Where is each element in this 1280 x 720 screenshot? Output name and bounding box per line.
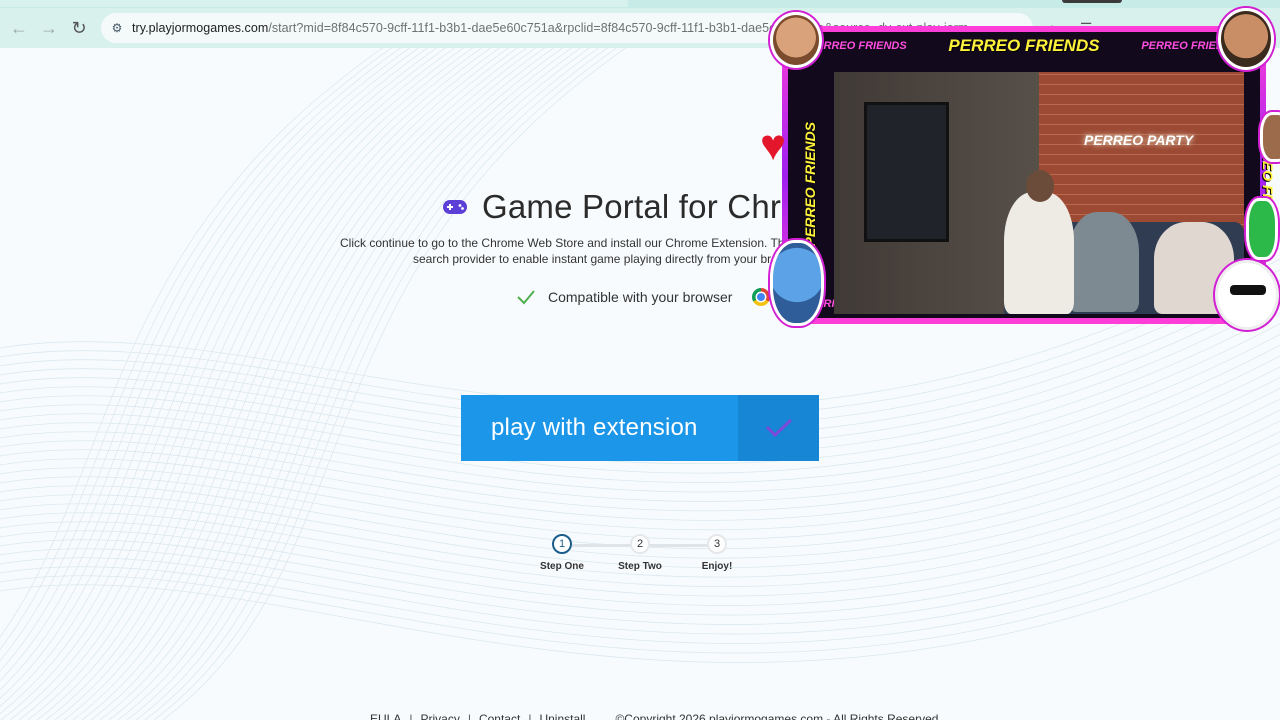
footer-uninstall-link[interactable]: Uninstall: [539, 712, 585, 720]
footer-eula-link[interactable]: EULA: [370, 712, 401, 720]
footer-separator: |: [409, 712, 413, 720]
video-neon-sign: PERREO PARTY: [1084, 132, 1194, 148]
cta-label: play with extension: [491, 414, 698, 441]
heart-icon: ♥: [760, 121, 787, 170]
compatibility-row: Compatible with your browser: [516, 288, 771, 306]
avatar-sticker: [1218, 8, 1274, 70]
footer-privacy-link[interactable]: Privacy: [420, 712, 459, 720]
step-1-label: Step One: [540, 561, 584, 572]
avatar-sticker: [1260, 112, 1280, 162]
url-domain: try.playjormogames.com: [132, 21, 269, 35]
side-text-left: PERREO FRIENDS: [802, 122, 818, 247]
step-3-number: 3: [707, 534, 727, 554]
footer-separator: |: [467, 712, 471, 720]
video-window: [864, 102, 949, 242]
overlay-frame-inner: PERREO FRIENDS PERREO FRIENDS PERREO FRI…: [788, 32, 1276, 318]
back-icon[interactable]: ←: [5, 14, 33, 42]
banner-big-text: PERREO FRIENDS: [948, 36, 1100, 55]
reload-icon[interactable]: ↻: [65, 14, 93, 42]
cta-check-icon: [765, 418, 792, 438]
footer-copyright: ©Copyright 2026 playjormogames.com - All…: [615, 712, 939, 720]
step-2-label: Step Two: [618, 561, 662, 572]
play-with-extension-button[interactable]: play with extension: [461, 395, 819, 461]
progress-steps: 1 Step One 2 Step Two 3 Enjoy!: [530, 534, 750, 584]
compatibility-text: Compatible with your browser: [548, 289, 733, 305]
stream-overlay: PERREO FRIENDS PERREO FRIENDS PERREO FRI…: [760, 8, 1280, 332]
avatar-sticker: [770, 12, 822, 68]
step-3-label: Enjoy!: [701, 561, 733, 572]
step-2: 2 Step Two: [610, 534, 670, 572]
avatar-sticker: [1246, 198, 1278, 260]
active-tab[interactable]: [0, 0, 628, 7]
step-1-number: 1: [552, 534, 572, 554]
sunglasses-sticker: [1215, 260, 1279, 330]
video-person: [1004, 192, 1074, 314]
overlay-frame: PERREO FRIENDS PERREO FRIENDS PERREO FRI…: [782, 26, 1276, 324]
tab-strip: [0, 0, 1280, 8]
gamepad-icon: [443, 200, 467, 214]
webcam-video: PERREO PARTY: [834, 72, 1244, 314]
step-3: 3 Enjoy!: [687, 534, 747, 572]
video-person-head: [1026, 170, 1054, 202]
site-info-icon[interactable]: ⚙: [106, 17, 128, 39]
footer-separator: |: [528, 712, 532, 720]
footer: EULA | Privacy | Contact | Uninstall ©Co…: [370, 712, 938, 720]
cta-check-panel: [738, 395, 819, 461]
avatar-sticker: [770, 240, 824, 326]
tab-indicator: [1062, 0, 1122, 3]
video-person: [1069, 212, 1139, 312]
forward-icon[interactable]: →: [35, 14, 63, 42]
chrome-icon: [752, 288, 771, 306]
step-1: 1 Step One: [532, 534, 592, 572]
footer-contact-link[interactable]: Contact: [479, 712, 520, 720]
step-2-number: 2: [630, 534, 650, 554]
banner-small-text: PERREO FRIENDS: [808, 40, 907, 52]
overlay-banner-top: PERREO FRIENDS PERREO FRIENDS PERREO FRI…: [788, 34, 1260, 58]
checkmark-icon: [517, 290, 535, 305]
